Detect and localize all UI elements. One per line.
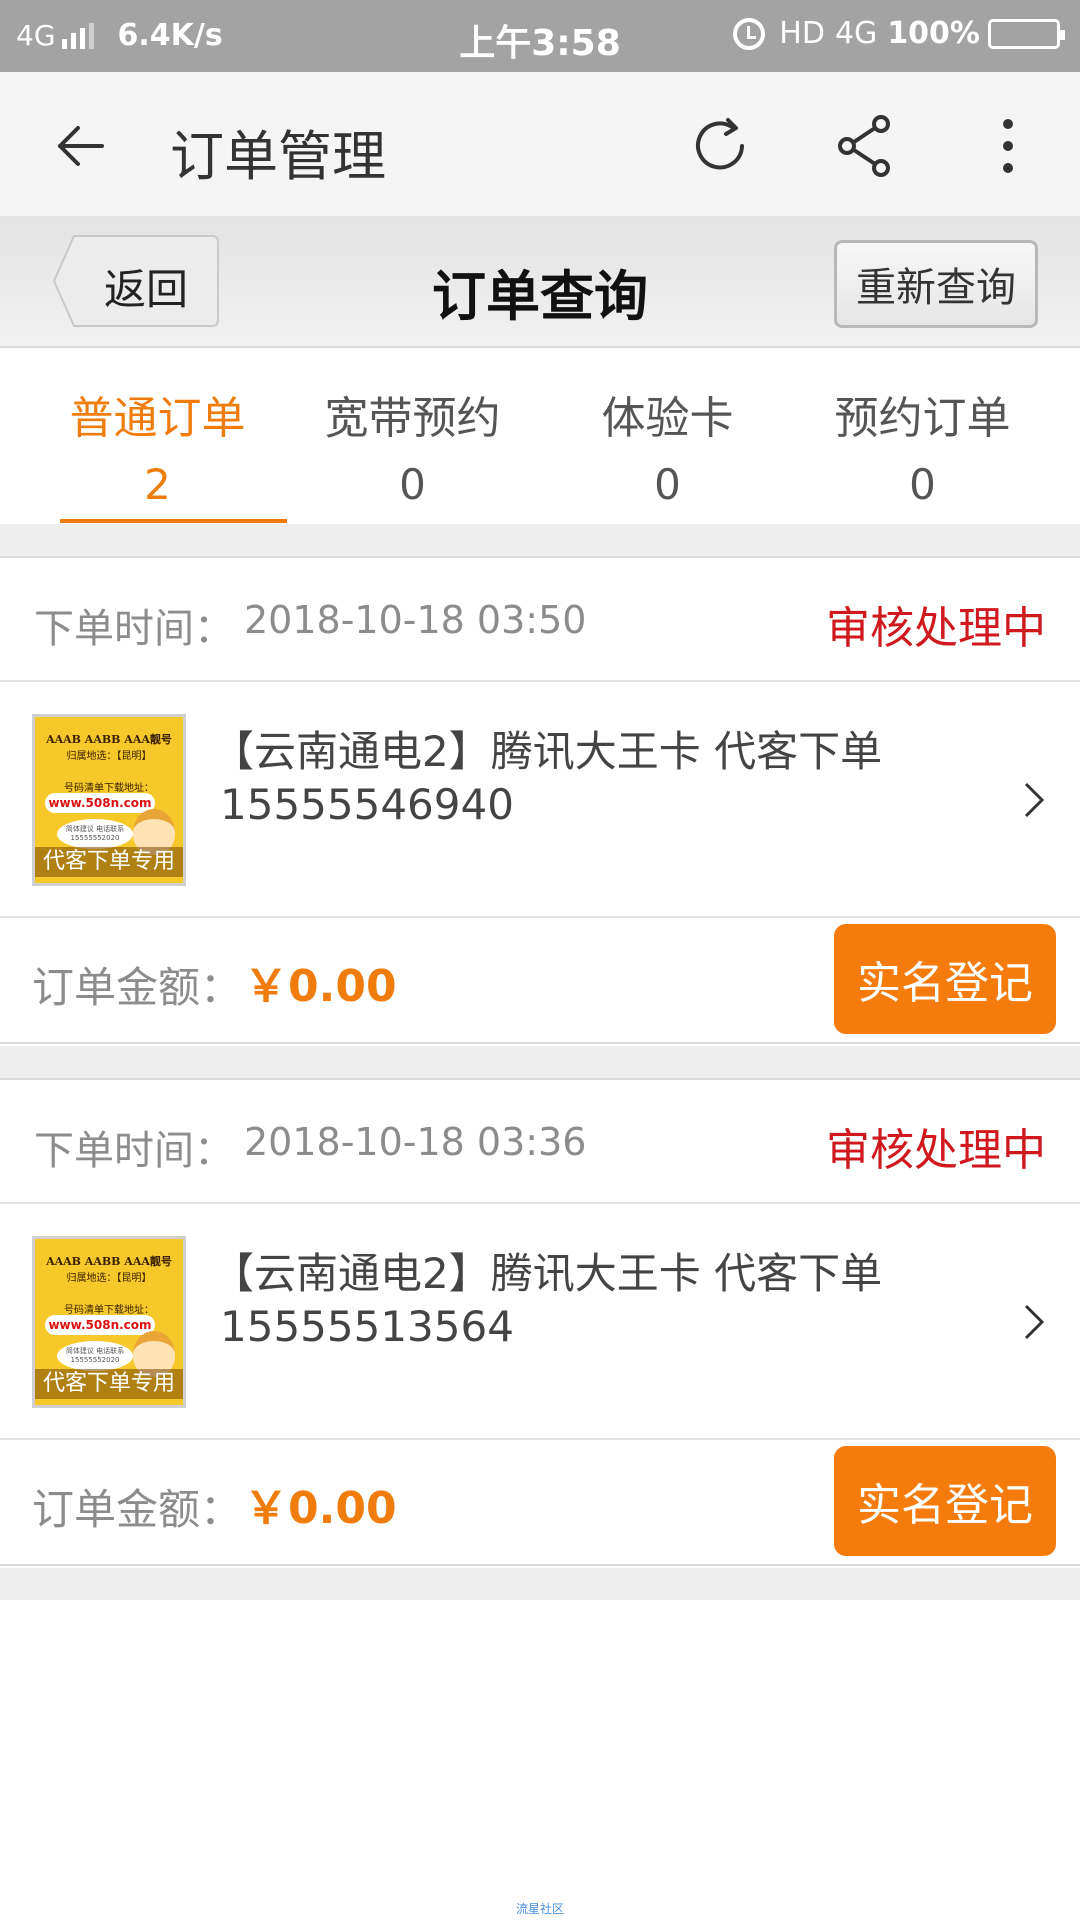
tab-count: 2 bbox=[144, 460, 171, 509]
page-title: 订单管理 bbox=[170, 125, 386, 188]
divider bbox=[0, 524, 1080, 556]
watermark: 流星社区 bbox=[515, 1902, 564, 1916]
hd-indicator: HD bbox=[779, 16, 825, 51]
app-screen: 4G 6.4K/s 上午3:58 HD 4G 100% 订单管理 返回 订单查询… bbox=[0, 0, 1080, 1920]
product-phone: 15555513564 bbox=[220, 1302, 514, 1351]
order-time: 2018-10-18 03:36 bbox=[244, 1120, 587, 1164]
divider bbox=[0, 1568, 1080, 1600]
status-badge: 审核处理中 bbox=[826, 603, 1046, 654]
product-thumbnail: AAAB AABB AAA靓号 归属地选：【昆明】 号码清单下载地址： www.… bbox=[32, 714, 186, 886]
product-phone: 15555546940 bbox=[220, 780, 514, 829]
order-amount: ￥0.00 bbox=[244, 961, 397, 1012]
battery-icon bbox=[988, 18, 1065, 49]
order-time: 2018-10-18 03:50 bbox=[244, 598, 587, 642]
tab-label: 体验卡 bbox=[601, 393, 734, 444]
realname-register-button[interactable]: 实名登记 bbox=[834, 924, 1056, 1034]
more-vert-icon[interactable] bbox=[990, 114, 1026, 178]
order-amount-label: 订单金额： bbox=[32, 1485, 243, 1534]
tab-broadband-booking[interactable]: 宽带预约 0 bbox=[285, 348, 540, 524]
back-arrow-icon[interactable] bbox=[52, 116, 112, 176]
tab-normal-orders[interactable]: 普通订单 2 bbox=[30, 348, 287, 524]
order-tabs: 普通订单 2 宽带预约 0 体验卡 0 预约订单 0 bbox=[0, 348, 1080, 524]
product-thumbnail: AAAB AABB AAA靓号 归属地选：【昆明】 号码清单下载地址： www.… bbox=[32, 1236, 186, 1408]
thumb-banner: 代客下单专用 bbox=[35, 1369, 183, 1399]
thumb-bubble: 简体建议 电话联系 15555552020 bbox=[57, 1341, 133, 1371]
query-header: 返回 订单查询 重新查询 bbox=[0, 216, 1080, 348]
order-card: 下单时间： 2018-10-18 03:36 审核处理中 AAAB AABB A… bbox=[0, 1078, 1080, 1566]
requery-button[interactable]: 重新查询 bbox=[834, 240, 1038, 328]
realname-register-button[interactable]: 实名登记 bbox=[834, 1446, 1056, 1556]
chevron-right-icon bbox=[1024, 782, 1045, 818]
tab-label: 宽带预约 bbox=[324, 393, 501, 444]
network-4g-indicator: 4G bbox=[834, 16, 878, 51]
status-badge: 审核处理中 bbox=[826, 1125, 1046, 1176]
alarm-icon bbox=[733, 17, 766, 50]
order-amount: ￥0.00 bbox=[244, 1483, 397, 1534]
app-bar: 订单管理 bbox=[0, 72, 1080, 216]
tab-label: 预约订单 bbox=[834, 393, 1011, 444]
product-title: 【云南通电2】腾讯大王卡 代客下单 bbox=[212, 727, 883, 776]
status-bar: 4G 6.4K/s 上午3:58 HD 4G 100% bbox=[0, 0, 1080, 72]
thumb-text: 号码清单下载地址： bbox=[64, 783, 154, 794]
divider bbox=[0, 1046, 1080, 1078]
thumb-banner: 代客下单专用 bbox=[35, 847, 183, 877]
tab-count: 0 bbox=[399, 460, 426, 509]
thumb-url: www.508n.com bbox=[45, 793, 155, 813]
thumb-text: AAAB AABB AAA靓号 bbox=[46, 733, 172, 746]
tab-count: 0 bbox=[654, 460, 681, 509]
thumb-url: www.508n.com bbox=[45, 1315, 155, 1335]
refresh-icon[interactable] bbox=[688, 114, 752, 178]
thumb-text: AAAB AABB AAA靓号 bbox=[46, 1255, 172, 1268]
chevron-right-icon bbox=[1024, 1304, 1045, 1340]
battery-percent: 100% bbox=[887, 16, 980, 51]
share-icon[interactable] bbox=[835, 114, 895, 178]
tab-trial-card[interactable]: 体验卡 0 bbox=[540, 348, 795, 524]
thumb-text: 号码清单下载地址： bbox=[64, 1305, 154, 1316]
order-time-label: 下单时间： bbox=[34, 606, 234, 652]
thumb-text: 归属地选：【昆明】 bbox=[66, 1273, 152, 1284]
product-row[interactable]: AAAB AABB AAA靓号 归属地选：【昆明】 号码清单下载地址： www.… bbox=[0, 682, 1080, 918]
tab-booking-orders[interactable]: 预约订单 0 bbox=[795, 348, 1050, 524]
order-amount-label: 订单金额： bbox=[32, 963, 243, 1012]
order-card: 下单时间： 2018-10-18 03:50 审核处理中 AAAB AABB A… bbox=[0, 556, 1080, 1044]
thumb-text: 归属地选：【昆明】 bbox=[66, 751, 152, 762]
tab-count: 0 bbox=[909, 460, 936, 509]
product-title: 【云南通电2】腾讯大王卡 代客下单 bbox=[212, 1249, 883, 1298]
tab-label: 普通订单 bbox=[69, 393, 246, 444]
product-row[interactable]: AAAB AABB AAA靓号 归属地选：【昆明】 号码清单下载地址： www.… bbox=[0, 1204, 1080, 1440]
thumb-bubble: 简体建议 电话联系 15555552020 bbox=[57, 819, 133, 849]
order-time-label: 下单时间： bbox=[34, 1128, 234, 1174]
